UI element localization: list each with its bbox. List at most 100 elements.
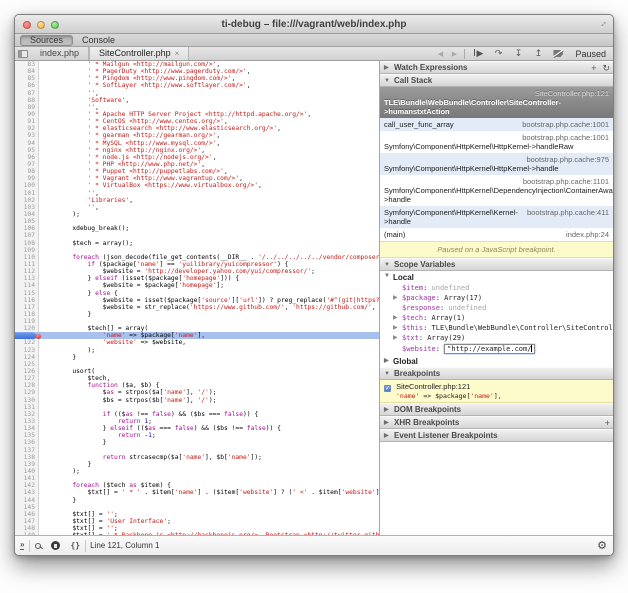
line-number-gutter[interactable]: 94 — [15, 140, 39, 147]
line-number-gutter[interactable]: 103 — [15, 204, 39, 211]
line-number-gutter[interactable]: 114 — [15, 282, 39, 289]
line-number-gutter[interactable]: 91 — [15, 118, 39, 125]
line-number-gutter[interactable]: 143 — [15, 489, 39, 496]
line-number-gutter[interactable]: 141 — [15, 475, 39, 482]
line-number-gutter[interactable]: 89 — [15, 104, 39, 111]
line-number-gutter[interactable]: 136 — [15, 439, 39, 446]
line-number-gutter[interactable]: 110 — [15, 254, 39, 261]
code-line[interactable]: 89 '', — [15, 104, 379, 111]
tab-sources[interactable]: Sources — [20, 35, 73, 46]
code-line[interactable]: 98 ' * Puppet <http://puppetlabs.com/>', — [15, 168, 379, 175]
line-number-gutter[interactable]: 86 — [15, 82, 39, 89]
line-number-gutter[interactable]: 133 — [15, 418, 39, 425]
line-number-gutter[interactable]: 90 — [15, 111, 39, 118]
code-line[interactable]: 126 usort( — [15, 368, 379, 375]
toggle-breakpoints-button[interactable] — [548, 50, 568, 57]
code-line[interactable]: 119 — [15, 318, 379, 325]
code-line[interactable]: 100 ' * VirtualBox <https://www.virtualb… — [15, 182, 379, 189]
breakpoint-checkbox[interactable]: ✓ — [384, 385, 391, 392]
code-line[interactable]: 104 ); — [15, 211, 379, 218]
close-tab-icon[interactable]: × — [175, 49, 180, 58]
line-number-gutter[interactable]: 131 — [15, 404, 39, 411]
zoom-window-icon[interactable] — [51, 21, 59, 29]
line-number-gutter[interactable]: 100 — [15, 182, 39, 189]
code-line[interactable]: 136 } — [15, 439, 379, 446]
code-line[interactable]: 95 ' * nginx <http://nginx.org/>', — [15, 147, 379, 154]
code-line[interactable]: 130 $bs = strpos($b['name'], '/'); — [15, 397, 379, 404]
step-into-button[interactable]: ↧ — [508, 48, 528, 59]
add-xhr-breakpoint-icon[interactable]: + — [605, 417, 610, 429]
add-watch-icon[interactable]: + — [591, 62, 596, 74]
section-xhr-breakpoints[interactable]: ▶ XHR Breakpoints + — [380, 416, 613, 429]
scope-variable[interactable]: $item: undefined — [380, 283, 613, 293]
step-over-button[interactable]: ↷ — [488, 48, 508, 59]
code-line[interactable]: 105 — [15, 218, 379, 225]
line-number-gutter[interactable]: 127 — [15, 375, 39, 382]
section-watch-expressions[interactable]: ▶ Watch Expressions + ↻ — [380, 61, 613, 74]
navigator-toggle-icon[interactable] — [15, 47, 31, 60]
code-line[interactable]: 113 } elseif (isset($package['homepage']… — [15, 275, 379, 282]
call-stack-frame[interactable]: bootstrap.php.cache:1101Symfony\Componen… — [380, 175, 613, 206]
code-line[interactable]: 117 $website = str_replace('https://www.… — [15, 304, 379, 311]
line-number-gutter[interactable]: 147 — [15, 518, 39, 525]
code-line[interactable]: 101 '', — [15, 190, 379, 197]
line-number-gutter[interactable]: 130 — [15, 397, 39, 404]
code-line[interactable]: 112 $website = 'http://developer.yahoo.c… — [15, 268, 379, 275]
code-line[interactable]: 88 'Software', — [15, 97, 379, 104]
line-number-gutter[interactable]: 113 — [15, 275, 39, 282]
line-number-gutter[interactable]: 139 — [15, 461, 39, 468]
scope-variable[interactable]: $response: undefined — [380, 303, 613, 313]
file-tab-index[interactable]: index.php — [31, 47, 89, 60]
code-line[interactable]: 97 ' * PHP <http://www.php.net/>', — [15, 161, 379, 168]
line-number-gutter[interactable]: 129 — [15, 389, 39, 396]
title-bar[interactable]: ti-debug – file:///vagrant/web/index.php… — [15, 15, 613, 34]
code-line[interactable]: 125 — [15, 361, 379, 368]
code-line[interactable]: 90 ' * Apache HTTP Server Project <http:… — [15, 111, 379, 118]
code-line[interactable]: 144 } — [15, 497, 379, 504]
line-number-gutter[interactable]: 135 — [15, 432, 39, 439]
code-line[interactable]: 102 'Libraries', — [15, 197, 379, 204]
code-line[interactable]: 132 if (($as !== false) && ($bs === fals… — [15, 411, 379, 418]
line-number-gutter[interactable]: 99 — [15, 175, 39, 182]
code-line[interactable]: 92 ' * elasticsearch <http://www.elastic… — [15, 125, 379, 132]
code-line[interactable]: 108 $tech = array(); — [15, 240, 379, 247]
line-number-gutter[interactable]: 134 — [15, 425, 39, 432]
code-editor[interactable]: 83 ' * Mailgun <http://mailgun.com/>',84… — [15, 61, 379, 535]
line-number-gutter[interactable]: 104 — [15, 211, 39, 218]
code-line[interactable]: 129 $as = strpos($a['name'], '/'); — [15, 389, 379, 396]
line-number-gutter[interactable]: 84 — [15, 68, 39, 75]
history-back-icon[interactable]: ◀ — [433, 50, 447, 58]
line-number-gutter[interactable]: 138 — [15, 454, 39, 461]
code-line[interactable]: 148 $txt[] = ''; — [15, 525, 379, 532]
line-number-gutter[interactable]: 145 — [15, 504, 39, 511]
breakpoint-entry[interactable]: ✓ SiteController.php:121 'name' => $pack… — [380, 380, 613, 403]
line-number-gutter[interactable]: 119 — [15, 318, 39, 325]
line-number-gutter[interactable]: 97 — [15, 161, 39, 168]
pretty-print-button[interactable]: {} — [70, 541, 80, 550]
line-number-gutter[interactable]: 116 — [15, 297, 39, 304]
code-line[interactable]: 87 '', — [15, 90, 379, 97]
line-number-gutter[interactable]: 122 — [15, 339, 39, 346]
minimize-window-icon[interactable] — [37, 21, 45, 29]
line-number-gutter[interactable]: 118 — [15, 311, 39, 318]
line-number-gutter[interactable]: 128 — [15, 382, 39, 389]
scope-global-group[interactable]: ▶ Global — [380, 355, 613, 367]
scope-local-group[interactable]: ▼ Local — [380, 271, 613, 283]
call-stack-frame[interactable]: SiteController.php:121TLE\Bundle\WebBund… — [380, 87, 613, 118]
variable-edit-input[interactable]: "http://example.com/ — [444, 344, 535, 354]
code-line[interactable]: 103 '', — [15, 204, 379, 211]
settings-button[interactable]: ⚙ — [597, 539, 607, 552]
call-stack-frame[interactable]: bootstrap.php.cache:411Symfony\Component… — [380, 206, 613, 228]
code-line[interactable]: 137 — [15, 447, 379, 454]
code-line[interactable]: 145 — [15, 504, 379, 511]
line-number-gutter[interactable]: 126 — [15, 368, 39, 375]
code-line[interactable]: 122 'website' => $website, — [15, 339, 379, 346]
line-number-gutter[interactable]: 111 — [15, 261, 39, 268]
line-number-gutter[interactable]: 93 — [15, 132, 39, 139]
line-number-gutter[interactable]: 88 — [15, 97, 39, 104]
code-line[interactable]: 128 function ($a, $b) { — [15, 382, 379, 389]
code-line[interactable]: 120 $tech[] = array( — [15, 325, 379, 332]
scope-variable[interactable]: ▶$package: Array(17) — [380, 293, 613, 303]
line-number-gutter[interactable]: 115 — [15, 290, 39, 297]
line-number-gutter[interactable]: 117 — [15, 304, 39, 311]
